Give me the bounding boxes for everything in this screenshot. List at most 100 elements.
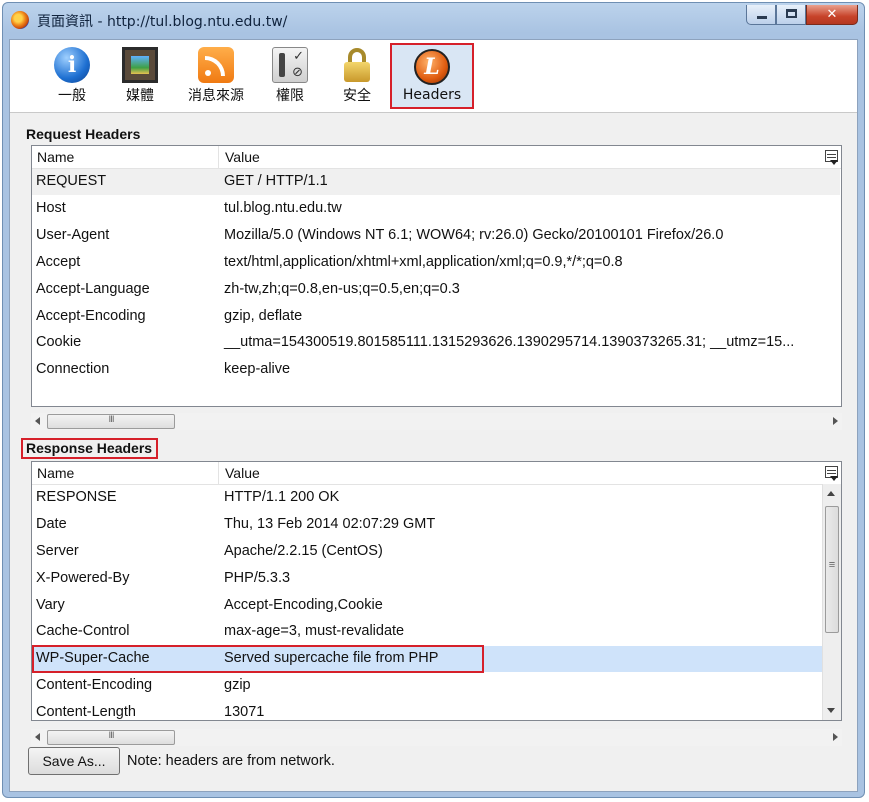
network-note: Note: headers are from network.	[127, 753, 335, 769]
table-row[interactable]: Cookie __utma=154300519.801585111.1315293…	[32, 330, 840, 356]
scroll-up-icon[interactable]	[827, 491, 835, 496]
minimize-icon	[757, 16, 767, 19]
header-value: HTTP/1.1 200 OK	[224, 489, 340, 505]
header-name: Cookie	[36, 334, 82, 350]
header-name: Cache-Control	[36, 623, 130, 639]
table-row[interactable]: Content-Length 13071	[32, 700, 822, 720]
firefox-icon	[11, 11, 29, 29]
table-row[interactable]: Cache-Control max-age=3, must-revalidate	[32, 619, 822, 645]
page-info-window: 頁面資訊 - http://tul.blog.ntu.edu.tw/ ✕ 一般 …	[2, 2, 865, 798]
response-headers-label: Response Headers	[21, 438, 159, 459]
header-value: gzip, deflate	[224, 308, 303, 324]
title-bar[interactable]: 頁面資訊 - http://tul.blog.ntu.edu.tw/ ✕	[3, 3, 864, 39]
request-headers-label: Request Headers	[26, 126, 141, 142]
tab-label: 媒體	[126, 88, 154, 104]
table-row[interactable]: REQUEST GET / HTTP/1.1	[32, 169, 840, 195]
column-picker-icon[interactable]	[825, 150, 838, 165]
column-header-value[interactable]: Value	[225, 149, 260, 165]
header-value: GET / HTTP/1.1	[224, 173, 328, 189]
table-row[interactable]: Connection keep-alive	[32, 357, 840, 383]
window-controls: ✕	[746, 5, 858, 25]
rss-feed-icon	[198, 47, 234, 83]
scroll-thumb[interactable]	[47, 414, 175, 429]
tab-label: 一般	[58, 88, 86, 104]
scroll-thumb[interactable]	[825, 506, 839, 633]
table-row[interactable]: Content-Encoding gzip	[32, 673, 822, 699]
response-horizontal-scrollbar[interactable]	[31, 729, 842, 746]
tab-security[interactable]: 安全	[330, 43, 384, 109]
table-row[interactable]: RESPONSE HTTP/1.1 200 OK	[32, 485, 822, 511]
header-name: REQUEST	[36, 173, 107, 189]
header-name: Date	[36, 516, 67, 532]
tab-label: 權限	[276, 88, 304, 104]
header-name: Server	[36, 543, 79, 559]
header-name: X-Powered-By	[36, 570, 130, 586]
table-header: Name Value	[32, 462, 841, 485]
table-row[interactable]: Server Apache/2.2.15 (CentOS)	[32, 539, 822, 565]
scroll-right-icon[interactable]	[833, 417, 838, 425]
header-name: Content-Length	[36, 704, 136, 720]
table-row[interactable]: Accept-Encoding gzip, deflate	[32, 304, 840, 330]
header-value: Accept-Encoding,Cookie	[224, 597, 383, 613]
tab-feeds[interactable]: 消息來源	[180, 43, 252, 109]
table-row[interactable]: Date Thu, 13 Feb 2014 02:07:29 GMT	[32, 512, 822, 538]
header-name: Accept-Encoding	[36, 308, 146, 324]
column-picker-icon[interactable]	[825, 466, 838, 481]
scroll-left-icon[interactable]	[35, 417, 40, 425]
header-name: Accept	[36, 254, 81, 270]
header-name: Connection	[36, 361, 110, 377]
save-as-button[interactable]: Save As...	[28, 747, 120, 775]
header-name: User-Agent	[36, 227, 110, 243]
scroll-down-icon[interactable]	[827, 708, 835, 713]
close-icon: ✕	[826, 7, 838, 22]
request-horizontal-scrollbar[interactable]	[31, 413, 842, 430]
response-headers-table[interactable]: Name Value RESPONSE HTTP/1.1 200 OK Date T…	[31, 461, 842, 721]
column-separator[interactable]	[218, 462, 219, 484]
tab-permissions[interactable]: 權限	[263, 43, 317, 109]
table-row[interactable]: Accept text/html,application/xhtml+xml,ap…	[32, 250, 840, 276]
headers-icon	[414, 49, 450, 85]
tab-media[interactable]: 媒體	[113, 43, 167, 109]
client-area: 一般 媒體 消息來源 權限 安全 Headers	[9, 39, 858, 792]
header-value: PHP/5.3.3	[224, 570, 291, 586]
header-value: keep-alive	[224, 361, 291, 377]
tab-label: 安全	[343, 88, 371, 104]
permissions-icon	[272, 47, 308, 83]
tab-headers[interactable]: Headers	[390, 43, 474, 109]
header-value: __utma=154300519.801585111.1315293626.13…	[224, 334, 795, 350]
response-vertical-scrollbar[interactable]	[822, 484, 841, 720]
header-name: RESPONSE	[36, 489, 117, 505]
request-headers-table[interactable]: Name Value REQUEST GET / HTTP/1.1 Host tul…	[31, 145, 842, 407]
header-value: zh-tw,zh;q=0.8,en-us;q=0.5,en;q=0.3	[224, 281, 460, 297]
column-header-value[interactable]: Value	[225, 465, 260, 481]
header-name: WP-Super-Cache	[36, 650, 150, 666]
table-row-selected[interactable]: WP-Super-Cache Served supercache file fro…	[32, 646, 822, 672]
table-row[interactable]: X-Powered-By PHP/5.3.3	[32, 566, 822, 592]
lock-icon	[339, 47, 375, 83]
table-row[interactable]: Accept-Language zh-tw,zh;q=0.8,en-us;q=0.…	[32, 277, 840, 303]
media-icon	[122, 47, 158, 83]
column-separator[interactable]	[218, 146, 219, 168]
column-header-name[interactable]: Name	[37, 149, 74, 165]
scroll-thumb[interactable]	[47, 730, 175, 745]
table-row[interactable]: Vary Accept-Encoding,Cookie	[32, 593, 822, 619]
tab-label: Headers	[402, 87, 462, 103]
header-name: Content-Encoding	[36, 677, 153, 693]
close-button[interactable]: ✕	[806, 5, 858, 25]
table-row[interactable]: User-Agent Mozilla/5.0 (Windows NT 6.1; W…	[32, 223, 840, 249]
scroll-right-icon[interactable]	[833, 733, 838, 741]
window-title: 頁面資訊 - http://tul.blog.ntu.edu.tw/	[37, 14, 288, 30]
header-name: Accept-Language	[36, 281, 150, 297]
header-value: text/html,application/xhtml+xml,applicat…	[224, 254, 623, 270]
maximize-icon	[786, 9, 797, 18]
tab-general[interactable]: 一般	[45, 43, 99, 109]
maximize-button[interactable]	[776, 5, 806, 25]
column-header-name[interactable]: Name	[37, 465, 74, 481]
header-value: Thu, 13 Feb 2014 02:07:29 GMT	[224, 516, 436, 532]
scroll-left-icon[interactable]	[35, 733, 40, 741]
minimize-button[interactable]	[746, 5, 776, 25]
header-value: Mozilla/5.0 (Windows NT 6.1; WOW64; rv:2…	[224, 227, 724, 243]
tab-toolbar: 一般 媒體 消息來源 權限 安全 Headers	[10, 40, 857, 113]
header-value: Apache/2.2.15 (CentOS)	[224, 543, 383, 559]
table-row[interactable]: Host tul.blog.ntu.edu.tw	[32, 196, 840, 222]
